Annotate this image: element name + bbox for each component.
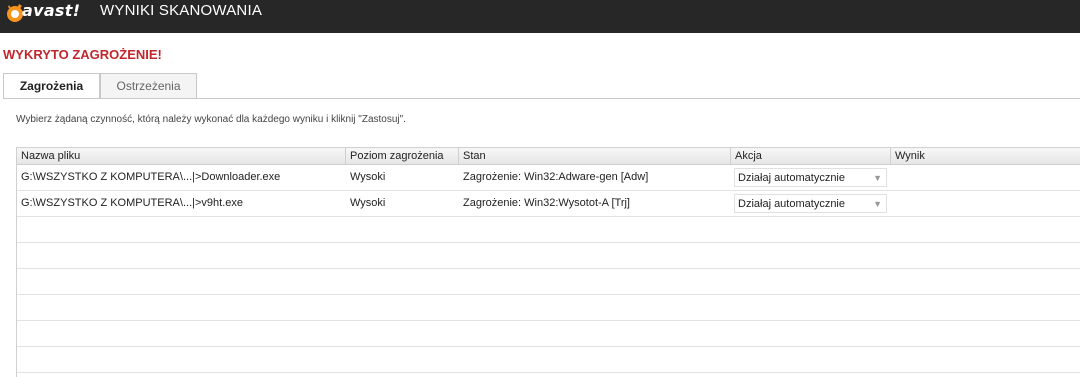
action-dropdown[interactable]: Działaj automatycznie ▼: [734, 168, 887, 187]
status-cell: Zagrożenie: Win32:Adware-gen [Adw]: [463, 171, 649, 183]
empty-table-row: [17, 243, 1080, 269]
file-name-cell: G:\WSZYSTKO Z KOMPUTERA\...|>v9ht.exe: [21, 197, 243, 209]
title-bar: avast! WYNIKI SKANOWANIA: [0, 0, 1080, 33]
result-cell: [891, 165, 1080, 190]
empty-table-row: [17, 295, 1080, 321]
alert-title: WYKRYTO ZAGROŻENIE!: [3, 47, 162, 62]
tab-ostrzezenia[interactable]: Ostrzeżenia: [100, 73, 197, 98]
column-header-result[interactable]: Wynik: [891, 148, 1080, 164]
status-cell: Zagrożenie: Win32:Wysotot-A [Trj]: [463, 197, 630, 209]
results-table: Nazwa pliku Poziom zagrożenia Stan Akcja…: [16, 147, 1080, 377]
column-header-file[interactable]: Nazwa pliku: [17, 148, 346, 164]
window-title: WYNIKI SKANOWANIA: [100, 2, 263, 19]
chevron-down-icon: ▼: [873, 173, 882, 183]
table-header: Nazwa pliku Poziom zagrożenia Stan Akcja…: [17, 148, 1080, 165]
column-header-action[interactable]: Akcja: [731, 148, 891, 164]
empty-table-row: [17, 347, 1080, 373]
action-dropdown[interactable]: Działaj automatycznie ▼: [734, 194, 887, 213]
tab-divider: [3, 98, 1080, 99]
file-name-cell: G:\WSZYSTKO Z KOMPUTERA\...|>Downloader.…: [21, 171, 281, 183]
chevron-down-icon: ▼: [873, 199, 882, 209]
action-dropdown-value: Działaj automatycznie: [738, 198, 845, 210]
column-header-status[interactable]: Stan: [459, 148, 731, 164]
tab-zagrozenia[interactable]: Zagrożenia: [3, 73, 100, 99]
empty-table-row: [17, 217, 1080, 243]
threat-level-cell: Wysoki: [350, 197, 386, 209]
instructions-text: Wybierz żądaną czynność, którą należy wy…: [16, 114, 406, 125]
logo-text: avast!: [22, 1, 81, 20]
empty-table-row: [17, 269, 1080, 295]
action-dropdown-value: Działaj automatycznie: [738, 172, 845, 184]
empty-table-row: [17, 321, 1080, 347]
threat-level-cell: Wysoki: [350, 171, 386, 183]
table-row[interactable]: G:\WSZYSTKO Z KOMPUTERA\...|>Downloader.…: [17, 165, 1080, 191]
table-row[interactable]: G:\WSZYSTKO Z KOMPUTERA\...|>v9ht.exe Wy…: [17, 191, 1080, 217]
column-header-level[interactable]: Poziom zagrożenia: [346, 148, 459, 164]
result-cell: [891, 191, 1080, 216]
